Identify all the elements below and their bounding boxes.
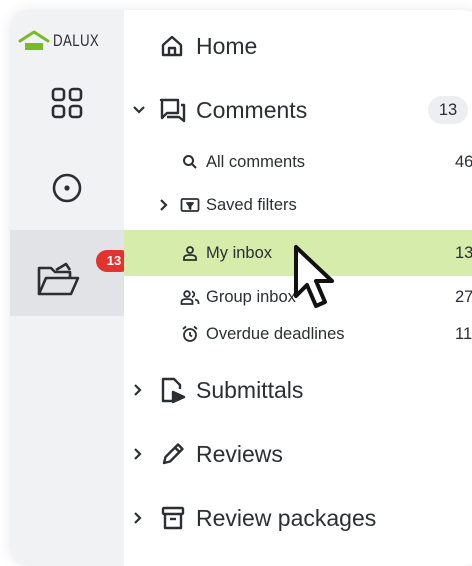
folder-icon <box>37 262 80 296</box>
home-icon <box>160 34 184 58</box>
nav-item-home[interactable]: Home <box>124 30 472 62</box>
mouse-pointer-cursor-icon <box>294 245 334 308</box>
nav-item-label: Reviews <box>196 440 283 467</box>
house-logo-icon <box>18 30 50 50</box>
nav-item-label: Review packages <box>196 504 377 531</box>
nav-item-label: Submittals <box>196 376 304 403</box>
rail-item-dashboard[interactable] <box>10 86 124 120</box>
chevron-down-icon[interactable] <box>132 103 146 117</box>
nav-subitem-label: Overdue deadlines <box>206 324 345 343</box>
comments-icon <box>158 97 186 123</box>
alarm-clock-icon <box>181 325 199 343</box>
navigation-panel: DALUX 13 Home Comments 13 All comments 4… <box>10 10 472 566</box>
nav-item-reviews[interactable]: Reviews <box>124 438 472 470</box>
nav-subitem-count: 46 <box>455 152 472 171</box>
location-pin-icon <box>52 173 82 203</box>
nav-subitem-count: 13 <box>455 243 472 262</box>
nav-subitem-label: Group inbox <box>206 287 296 306</box>
nav-subitem-count: 27 <box>455 287 472 306</box>
chevron-right-icon[interactable] <box>132 447 144 461</box>
nav-subitem-count: 11 <box>455 324 472 343</box>
submittals-icon <box>160 376 186 404</box>
nav-subitem-overdue-deadlines[interactable]: Overdue deadlines 11 <box>124 320 472 348</box>
dashboard-grid-icon <box>51 87 83 119</box>
nav-subitem-saved-filters[interactable]: Saved filters <box>124 191 472 219</box>
rail-item-locations[interactable] <box>10 172 124 208</box>
person-icon <box>182 245 198 261</box>
search-icon <box>182 154 198 170</box>
archive-box-icon <box>160 505 186 531</box>
nav-item-submittals[interactable]: Submittals <box>124 374 472 406</box>
nav-subitem-label: My inbox <box>206 243 273 262</box>
nav-item-label: Home <box>196 32 258 59</box>
brand-logo[interactable]: DALUX <box>18 30 112 52</box>
nav-item-review-packages[interactable]: Review packages <box>124 502 472 534</box>
chevron-right-icon[interactable] <box>132 511 144 525</box>
nav-item-label: Comments <box>196 96 308 123</box>
filter-folder-icon <box>180 197 200 213</box>
icon-rail: DALUX 13 <box>10 10 132 566</box>
chevron-right-icon[interactable] <box>158 198 170 212</box>
group-icon <box>180 289 200 305</box>
comments-count: 13 <box>428 96 468 124</box>
rail-item-folder[interactable]: 13 <box>10 230 132 316</box>
brand-name: DALUX <box>53 31 100 50</box>
nav-item-comments[interactable]: Comments 13 <box>124 94 472 126</box>
nav-subitem-label: All comments <box>206 152 306 171</box>
nav-subitem-all-comments[interactable]: All comments 46 <box>124 148 472 176</box>
nav-subitem-label: Saved filters <box>206 195 297 214</box>
pencil-icon <box>160 441 186 467</box>
chevron-right-icon[interactable] <box>132 383 144 397</box>
